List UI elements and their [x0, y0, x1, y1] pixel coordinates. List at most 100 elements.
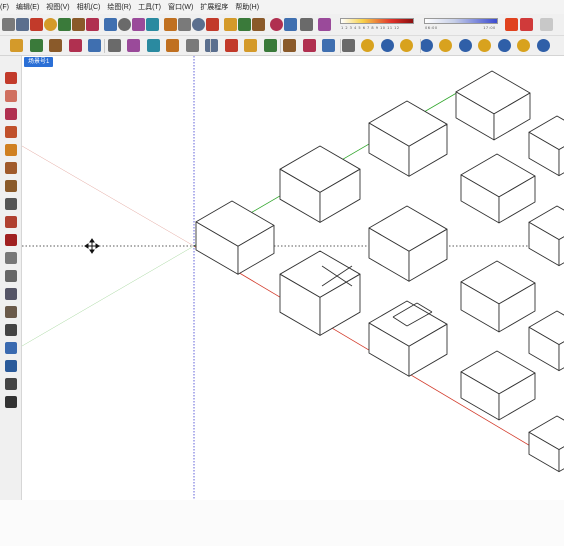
mono-icon[interactable]	[536, 39, 550, 52]
move-cursor-icon	[84, 238, 100, 254]
toolbar-separator	[280, 39, 281, 53]
menu-item[interactable]: 工具(T)	[138, 2, 164, 12]
paint-bucket-icon[interactable]	[5, 306, 17, 318]
zoom-extents-icon[interactable]	[5, 360, 17, 372]
model-viewport[interactable]	[22, 56, 564, 500]
push-pull-icon[interactable]	[88, 39, 101, 52]
back-view-icon[interactable]	[400, 39, 413, 52]
top-view-icon[interactable]	[341, 39, 355, 52]
select-tool-icon[interactable]	[5, 72, 17, 84]
sun-icon[interactable]	[300, 18, 313, 31]
text-tool-icon[interactable]	[5, 270, 17, 282]
shaded-icon[interactable]	[497, 39, 511, 52]
push-pull-tool-icon[interactable]	[5, 216, 17, 228]
rotate-icon[interactable]	[146, 39, 160, 52]
menu-item[interactable]: 编辑(E)	[16, 2, 42, 12]
fog-icon[interactable]	[284, 18, 297, 31]
menu-item[interactable]: (F)	[0, 4, 12, 11]
rectangle-icon[interactable]	[68, 39, 82, 52]
copy-icon[interactable]	[58, 18, 71, 31]
xray-icon[interactable]	[439, 39, 452, 52]
save-icon[interactable]	[30, 18, 43, 31]
main-toolbar: 1 2 3 4 5 6 7 8 9 10 11 12 06:00 17:00	[0, 14, 564, 36]
right-view-icon[interactable]	[380, 39, 394, 52]
shadow-icon[interactable]	[270, 18, 283, 31]
walk-tool-icon[interactable]	[5, 378, 17, 390]
walk-icon[interactable]	[263, 39, 277, 52]
section-icon[interactable]	[244, 39, 257, 52]
print-icon[interactable]	[132, 18, 145, 31]
open-icon[interactable]	[16, 18, 29, 31]
eraser-tool-icon[interactable]	[5, 90, 17, 102]
arc-tool-icon[interactable]	[5, 162, 17, 174]
orbit-icon[interactable]	[224, 18, 237, 31]
menu-item[interactable]: 窗口(W)	[168, 2, 196, 12]
dimension-icon[interactable]	[5, 288, 17, 300]
toolbar-separator	[104, 39, 105, 53]
menu-bar: (F) 编辑(E) 视图(V) 相机(C) 绘图(R) 工具(T) 窗口(W) 扩展程序 帮助(…	[0, 0, 564, 14]
undo-icon[interactable]	[104, 18, 117, 31]
rotate-tool-icon[interactable]	[5, 234, 17, 246]
status-area	[0, 500, 564, 546]
new-icon[interactable]	[2, 18, 15, 31]
erase-icon[interactable]	[86, 18, 99, 31]
scene-tab[interactable]: 场景号1	[24, 57, 54, 67]
orbit-tool-icon[interactable]	[5, 324, 17, 336]
scene-canvas[interactable]	[22, 56, 564, 500]
redo-icon[interactable]	[118, 18, 131, 31]
gradient-ticks: 1 2 3 4 5 6 7 8 9 10 11 12	[341, 26, 400, 30]
look-around-icon[interactable]	[283, 39, 296, 52]
zoom-tool-icon[interactable]	[5, 342, 17, 354]
circle-tool-icon[interactable]	[5, 144, 17, 156]
menu-item[interactable]: 相机(C)	[77, 2, 104, 12]
left-view-icon[interactable]	[419, 39, 433, 52]
pie-icon[interactable]	[5, 180, 17, 192]
3d-warehouse-icon[interactable]	[318, 18, 331, 31]
wireframe-icon[interactable]	[458, 39, 472, 52]
color-gradient-bar[interactable]	[340, 18, 414, 24]
tape-measure-icon[interactable]	[5, 252, 17, 264]
menu-item[interactable]: 视图(V)	[46, 2, 72, 12]
zoom-icon[interactable]	[252, 18, 265, 31]
green-axis-dotted	[22, 245, 195, 347]
more-icon[interactable]	[540, 18, 553, 31]
follow-me-icon[interactable]	[107, 39, 121, 52]
left-toolbar	[0, 56, 22, 500]
position-camera-icon[interactable]	[302, 39, 316, 52]
sun-settings-icon[interactable]	[505, 18, 518, 31]
iso-view-icon[interactable]	[322, 39, 335, 52]
pan-icon[interactable]	[238, 18, 251, 31]
menu-item[interactable]: 帮助(H)	[235, 2, 262, 12]
texture-icon[interactable]	[517, 39, 530, 52]
select-icon[interactable]	[164, 18, 177, 31]
rectangle-tool-icon[interactable]	[5, 126, 17, 138]
scale-icon[interactable]	[166, 39, 179, 52]
time-gradient-bar[interactable]	[424, 18, 498, 24]
freehand-icon[interactable]	[5, 108, 17, 120]
protractor-icon[interactable]	[205, 39, 218, 52]
tape-icon[interactable]	[185, 39, 199, 52]
red-axis-dotted	[22, 145, 195, 247]
shadow-settings-icon[interactable]	[520, 18, 533, 31]
paint-icon[interactable]	[192, 18, 205, 31]
arc-icon[interactable]	[49, 39, 62, 52]
drawing-toolbar	[0, 36, 564, 56]
axes-icon[interactable]	[224, 39, 238, 52]
paste-icon[interactable]	[72, 18, 85, 31]
model-info-icon[interactable]	[146, 18, 159, 31]
move-tool-icon[interactable]	[5, 198, 17, 210]
pencil-icon[interactable]	[29, 39, 43, 52]
front-view-icon[interactable]	[361, 39, 374, 52]
move-icon[interactable]	[127, 39, 140, 52]
menu-item[interactable]: 绘图(R)	[107, 2, 134, 12]
eraser-icon[interactable]	[206, 18, 219, 31]
toolbar-separator	[420, 39, 421, 53]
line-icon[interactable]	[10, 39, 23, 52]
cut-icon[interactable]	[44, 18, 57, 31]
component-icon[interactable]	[178, 18, 191, 31]
menu-item[interactable]: 扩展程序	[200, 2, 231, 12]
position-tool-icon[interactable]	[5, 396, 17, 408]
hidden-line-icon[interactable]	[478, 39, 491, 52]
toolbar-separator	[340, 39, 341, 53]
sketchup-window: (F) 编辑(E) 视图(V) 相机(C) 绘图(R) 工具(T) 窗口(W) 扩展程序 帮助(…	[0, 0, 564, 546]
